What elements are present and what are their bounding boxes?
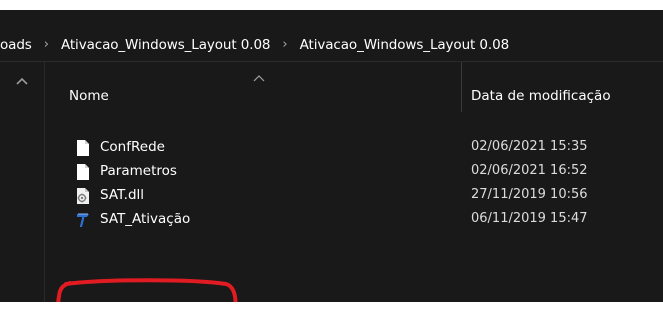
file-rows: ConfRede 02/06/2021 15:35 Parametros 02/…	[46, 136, 663, 232]
column-header-name[interactable]: Nome	[46, 62, 462, 112]
file-row-parametros[interactable]: Parametros 02/06/2021 16:52	[46, 160, 663, 184]
file-name: SAT.dll	[100, 187, 145, 203]
dll-file-icon	[77, 188, 89, 204]
file-row-sat-dll[interactable]: SAT.dll 27/11/2019 10:56	[46, 184, 663, 208]
red-highlight-circle	[56, 278, 238, 302]
breadcrumb-item-current-folder[interactable]: Ativacao_Windows_Layout 0.08	[300, 37, 510, 53]
scroll-up-arrow-icon[interactable]	[15, 76, 29, 86]
column-header-date-modified[interactable]: Data de modificação	[463, 62, 663, 112]
breadcrumb-item-downloads[interactable]: oads	[0, 37, 32, 53]
screenshot-frame: oads › Ativacao_Windows_Layout 0.08 › At…	[0, 0, 663, 324]
breadcrumb-item-parent-folder[interactable]: Ativacao_Windows_Layout 0.08	[61, 37, 271, 53]
file-name: ConfRede	[100, 139, 165, 155]
file-date-modified: 06/11/2019 15:47	[471, 211, 588, 226]
address-bar[interactable]: oads › Ativacao_Windows_Layout 0.08 › At…	[0, 28, 663, 62]
file-name: SAT_Ativação	[100, 211, 191, 227]
file-date-modified: 02/06/2021 15:35	[471, 139, 588, 154]
breadcrumb-separator-icon[interactable]: ›	[44, 37, 49, 52]
breadcrumb: oads › Ativacao_Windows_Layout 0.08 › At…	[0, 28, 509, 62]
file-row-confrede[interactable]: ConfRede 02/06/2021 15:35	[46, 136, 663, 160]
sort-ascending-chevron-icon	[253, 75, 265, 82]
app-executable-icon	[77, 213, 89, 227]
file-list-area: Nome Data de modificação ConfRede 02/06/…	[0, 62, 663, 302]
column-header-date-label: Data de modificação	[471, 88, 611, 104]
file-date-modified: 27/11/2019 10:56	[471, 187, 588, 202]
file-date-modified: 02/06/2021 16:52	[471, 163, 588, 178]
generic-file-icon	[77, 164, 89, 180]
file-row-sat-ativacao[interactable]: SAT_Ativação 06/11/2019 15:47	[46, 208, 663, 232]
generic-file-icon	[77, 140, 89, 156]
column-header-name-label: Nome	[69, 88, 109, 104]
file-name: Parametros	[100, 163, 177, 179]
navigation-pane[interactable]	[0, 62, 45, 302]
breadcrumb-separator-icon[interactable]: ›	[282, 37, 287, 52]
column-header-row: Nome Data de modificação	[46, 62, 663, 112]
file-explorer-window: oads › Ativacao_Windows_Layout 0.08 › At…	[0, 10, 663, 302]
